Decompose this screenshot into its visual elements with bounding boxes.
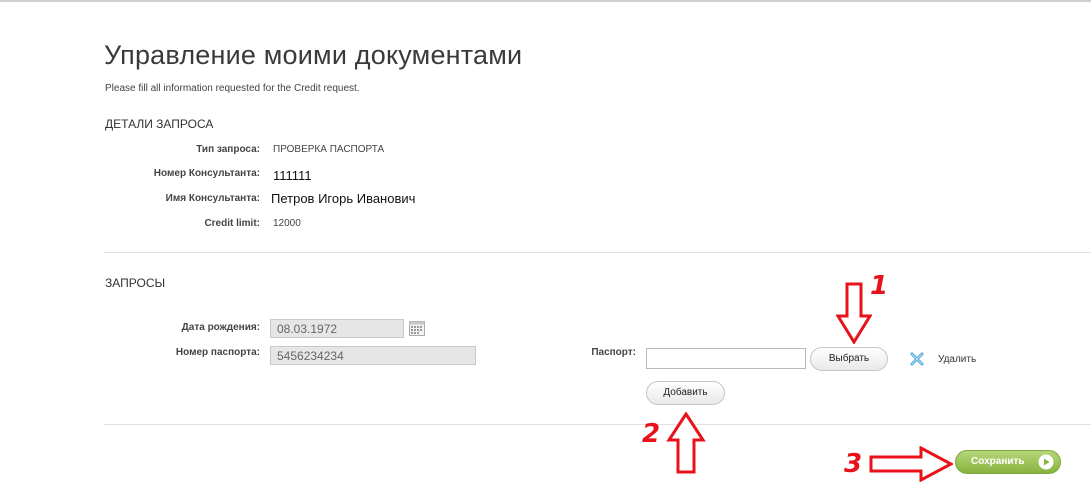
page-subtitle: Please fill all information requested fo…: [105, 83, 360, 94]
page-title: Управление моими документами: [104, 40, 523, 70]
details-heading: ДЕТАЛИ ЗАПРОСА: [105, 117, 214, 131]
consultant-number-label: Номер Консультанта:: [153, 168, 260, 179]
top-border: [0, 0, 1091, 2]
delete-link[interactable]: Удалить: [938, 354, 976, 365]
passport-file-input[interactable]: [646, 348, 806, 369]
credit-limit-label: Credit limit:: [204, 218, 260, 229]
request-type-value: ПРОВЕРКА ПАСПОРТА: [273, 144, 385, 155]
annotation-number-1: 1: [870, 271, 889, 301]
section-divider: [104, 424, 1091, 425]
credit-limit-value: 12000: [273, 218, 301, 229]
calendar-icon[interactable]: [409, 321, 425, 336]
consultant-name-value: Петров Игорь Иванович: [271, 191, 416, 206]
play-circle-icon: [1038, 454, 1054, 470]
add-button[interactable]: Добавить: [646, 381, 725, 405]
up-arrow-annotation: [666, 412, 706, 474]
save-button[interactable]: Сохранить: [955, 450, 1061, 474]
section-divider: [104, 252, 1091, 253]
annotation-number-2: 2: [642, 419, 661, 449]
birth-date-input[interactable]: [270, 319, 404, 338]
down-arrow-annotation: [836, 282, 872, 344]
annotation-number-3: 3: [844, 449, 863, 479]
passport-number-label: Номер паспорта:: [175, 347, 260, 358]
passport-number-input[interactable]: [270, 346, 476, 365]
birth-date-label: Дата рождения:: [181, 322, 260, 333]
choose-file-button[interactable]: Выбрать: [810, 347, 888, 371]
delete-x-icon[interactable]: [910, 352, 924, 366]
consultant-number-value: 111111: [273, 168, 312, 183]
passport-label: Паспорт:: [591, 347, 636, 358]
save-button-label: Сохранить: [971, 456, 1025, 467]
consultant-name-label: Имя Консультанта:: [165, 193, 260, 204]
requests-heading: ЗАПРОСЫ: [105, 276, 166, 290]
right-arrow-annotation: [869, 446, 953, 482]
request-type-label: Тип запроса:: [196, 144, 260, 155]
